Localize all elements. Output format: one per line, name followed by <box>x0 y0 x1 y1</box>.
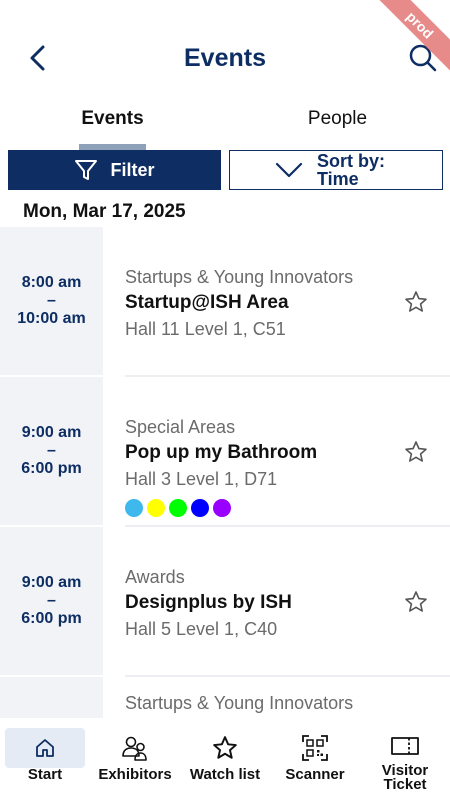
tab-bar: Events People <box>0 100 450 150</box>
search-button[interactable] <box>406 40 440 76</box>
color-dot <box>147 499 165 517</box>
nav-start[interactable]: Start <box>0 728 90 800</box>
filter-button[interactable]: Filter <box>8 150 221 190</box>
people-icon <box>122 736 147 761</box>
filter-label: Filter <box>110 159 155 180</box>
event-list[interactable]: 8:00 am – 10:00 am Startups & Young Inno… <box>0 227 450 718</box>
bottom-navigation: Start Exhibitors Watch list Scanner Visi… <box>0 718 450 800</box>
nav-scanner[interactable]: Scanner <box>270 728 360 800</box>
event-location: Hall 3 Level 1, D71 <box>125 469 278 489</box>
time-separator: – <box>47 442 56 459</box>
event-time: 9:00 am – 6:00 pm <box>0 527 103 675</box>
event-category: Special Areas <box>125 417 236 437</box>
star-icon <box>213 736 237 759</box>
color-dot <box>191 499 209 517</box>
event-name: Pop up my Bathroom <box>125 442 318 463</box>
event-info: Special Areas Pop up my Bathroom Hall 3 … <box>125 415 395 517</box>
event-name: Designplus by ISH <box>125 592 292 613</box>
tab-events[interactable]: Events <box>0 100 225 150</box>
event-category: Startups & Young Innovators <box>125 693 354 713</box>
nav-label: Visitor Ticket <box>381 762 429 793</box>
ticket-icon <box>391 737 419 755</box>
search-icon <box>409 44 437 72</box>
event-name: Startup@ISH Area <box>125 292 289 313</box>
tab-people[interactable]: People <box>225 100 450 150</box>
nav-label: Scanner <box>285 766 345 783</box>
nav-exhibitors[interactable]: Exhibitors <box>90 728 180 800</box>
time-separator: – <box>47 292 56 309</box>
event-end-time: 6:00 pm <box>21 460 82 477</box>
color-dot <box>169 499 187 517</box>
event-category: Awards <box>125 567 185 587</box>
sort-label: Sort by: Time <box>317 151 386 189</box>
nav-watch-list[interactable]: Watch list <box>180 728 270 800</box>
page-title: Events <box>184 44 266 72</box>
event-location: Hall 11 Level 1, C51 <box>125 319 286 339</box>
event-info: Awards Designplus by ISH Hall 5 Level 1,… <box>125 565 395 641</box>
event-start-time: 9:00 am <box>21 424 82 441</box>
event-row[interactable]: Startups & Young Innovators <box>0 677 450 718</box>
event-time <box>0 677 103 718</box>
color-dot <box>213 499 231 517</box>
sort-button[interactable]: Sort by: Time <box>229 150 443 190</box>
star-icon[interactable] <box>404 440 428 464</box>
event-start-time: 8:00 am <box>21 274 82 291</box>
nav-label: Watch list <box>189 766 261 783</box>
category-color-dots <box>125 499 395 517</box>
app-header: Events <box>0 0 450 100</box>
event-row[interactable]: 9:00 am – 6:00 pm Special Areas Pop up m… <box>0 377 450 527</box>
event-end-time: 6:00 pm <box>21 610 82 627</box>
event-info: Startups & Young Innovators Startup@ISH … <box>125 265 395 341</box>
time-separator: – <box>47 592 56 609</box>
qr-icon <box>302 735 328 761</box>
date-heading: Mon, Mar 17, 2025 <box>23 201 186 222</box>
star-icon[interactable] <box>404 590 428 614</box>
nav-label: Exhibitors <box>98 766 172 783</box>
event-row[interactable]: 8:00 am – 10:00 am Startups & Young Inno… <box>0 227 450 377</box>
star-icon[interactable] <box>404 290 428 314</box>
event-location: Hall 5 Level 1, C40 <box>125 619 278 639</box>
event-info: Startups & Young Innovators <box>125 691 395 715</box>
event-category: Startups & Young Innovators <box>125 267 354 287</box>
chevron-down-icon <box>275 162 303 178</box>
event-time: 8:00 am – 10:00 am <box>0 227 103 375</box>
event-row[interactable]: 9:00 am – 6:00 pm Awards Designplus by I… <box>0 527 450 677</box>
event-time: 9:00 am – 6:00 pm <box>0 377 103 525</box>
event-end-time: 10:00 am <box>17 310 86 327</box>
filter-icon <box>75 160 98 180</box>
nav-label: Start <box>27 766 63 783</box>
color-dot <box>125 499 143 517</box>
home-icon <box>36 739 54 757</box>
event-start-time: 9:00 am <box>21 574 82 591</box>
nav-visitor-ticket[interactable]: Visitor Ticket <box>360 728 450 800</box>
